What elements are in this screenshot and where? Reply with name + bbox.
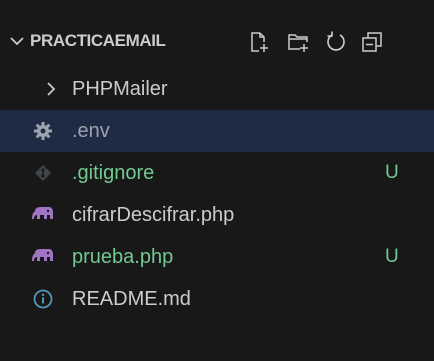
folder-title[interactable]: PRACTICAEMAIL: [30, 19, 166, 63]
tree-item-label: README.md: [72, 287, 191, 310]
file-explorer: PRACTICAEMAIL PHPMailer .env .gitignore …: [0, 0, 434, 361]
tree-item-label: .env: [72, 119, 110, 142]
chevron-down-icon[interactable]: [7, 31, 27, 51]
tree-item-label: .gitignore: [72, 161, 155, 184]
tree-item-cifrardescifrar[interactable]: cifrarDescifrar.php: [0, 194, 434, 236]
new-folder-icon[interactable]: [284, 28, 312, 56]
explorer-folder-header[interactable]: PRACTICAEMAIL: [0, 19, 434, 63]
collapse-all-icon[interactable]: [358, 28, 386, 56]
chevron-right-icon: [42, 80, 60, 98]
tree-item-label: PHPMailer: [72, 77, 168, 100]
tree-item-label: prueba.php: [72, 245, 174, 268]
info-icon: [32, 288, 54, 310]
php-elephant-icon: [31, 205, 55, 225]
tree-item-label: cifrarDescifrar.php: [72, 203, 235, 226]
tree-item-prueba[interactable]: prueba.php U: [0, 236, 434, 278]
tree-item-env[interactable]: .env: [0, 110, 434, 152]
tree-item-phpmailer[interactable]: PHPMailer: [0, 68, 434, 110]
new-file-icon[interactable]: [244, 28, 272, 56]
tree-item-gitignore[interactable]: .gitignore U: [0, 152, 434, 194]
refresh-icon[interactable]: [322, 28, 350, 56]
git-status-badge: U: [385, 162, 399, 183]
git-diamond-icon: [33, 163, 53, 183]
git-status-badge: U: [385, 246, 399, 267]
gear-icon: [32, 120, 54, 142]
php-elephant-icon: [31, 247, 55, 267]
tree-item-readme[interactable]: README.md: [0, 278, 434, 320]
